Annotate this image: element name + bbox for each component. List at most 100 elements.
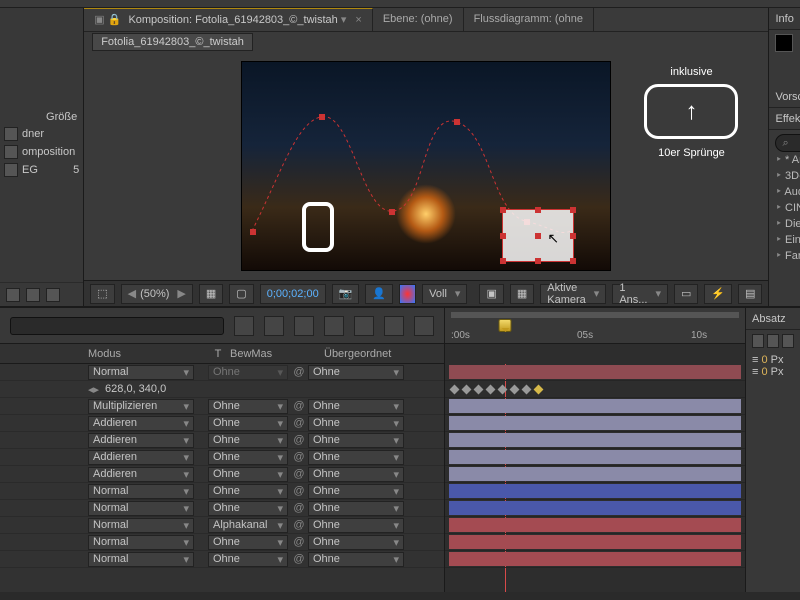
blend-mode-dropdown[interactable]: Multiplizieren — [88, 399, 194, 414]
lock-icon[interactable]: 🔒 — [108, 14, 122, 26]
timeline-layer-row[interactable]: NormalOhne@Ohne — [0, 364, 444, 381]
blend-mode-dropdown[interactable]: Addieren — [88, 416, 194, 431]
roi-icon[interactable]: ▣ — [479, 284, 503, 304]
track-row[interactable] — [445, 449, 745, 466]
keyframe-row[interactable] — [445, 381, 745, 398]
work-area-bar[interactable] — [451, 312, 739, 318]
layer-duration-bar[interactable] — [449, 552, 741, 566]
blend-mode-dropdown[interactable]: Normal — [88, 552, 194, 567]
project-item[interactable]: dner — [0, 125, 83, 143]
effects-category[interactable]: Einstellu — [775, 232, 800, 248]
effects-category[interactable]: Farbkor — [775, 248, 800, 264]
layer-duration-bar[interactable] — [449, 501, 741, 515]
parent-dropdown[interactable]: Ohne — [308, 484, 404, 499]
keyframe-diamond[interactable] — [450, 385, 460, 395]
track-row[interactable] — [445, 483, 745, 500]
timeline-layer-row[interactable]: AddierenOhne@Ohne — [0, 449, 444, 466]
keyframe-nav[interactable]: ◂▸ — [88, 383, 99, 396]
parent-pickwhip-icon[interactable]: @ — [292, 485, 306, 497]
safe-zones-icon[interactable]: ▦ — [199, 284, 223, 304]
layer-selection-box[interactable]: ↖ — [502, 209, 574, 262]
layer-duration-bar[interactable] — [449, 518, 741, 532]
fast-preview-icon[interactable]: ⚡ — [704, 284, 732, 304]
timeline-layer-row[interactable]: NormalOhne@Ohne — [0, 483, 444, 500]
parent-dropdown[interactable]: Ohne — [308, 552, 404, 567]
resize-handle[interactable] — [500, 233, 506, 239]
track-matte-dropdown[interactable]: Ohne — [208, 433, 288, 448]
motion-blur-icon[interactable] — [294, 316, 314, 336]
property-row[interactable]: ◂▸628,0, 340,0 — [0, 381, 444, 398]
parent-dropdown[interactable]: Ohne — [308, 467, 404, 482]
timeline-layer-row[interactable]: NormalOhne@Ohne — [0, 500, 444, 517]
resize-handle[interactable] — [500, 207, 506, 213]
parent-pickwhip-icon[interactable]: @ — [292, 502, 306, 514]
track-matte-dropdown[interactable]: Ohne — [208, 365, 288, 380]
pixel-aspect-icon[interactable]: ▭ — [674, 284, 698, 304]
motion-path-vertex[interactable] — [250, 229, 256, 235]
timeline-layer-row[interactable]: NormalAlphakanal@Ohne — [0, 517, 444, 534]
panel-title-paragraph[interactable]: Absatz — [752, 308, 786, 329]
timeline-layer-row[interactable]: NormalOhne@Ohne — [0, 534, 444, 551]
layer-duration-bar[interactable] — [449, 416, 741, 430]
blend-mode-dropdown[interactable]: Addieren — [88, 433, 194, 448]
layer-duration-bar[interactable] — [449, 450, 741, 464]
parent-dropdown[interactable]: Ohne — [308, 501, 404, 516]
timeline-layer-row[interactable]: AddierenOhne@Ohne — [0, 415, 444, 432]
track-row[interactable] — [445, 364, 745, 381]
parent-pickwhip-icon[interactable]: @ — [292, 451, 306, 463]
resize-handle[interactable] — [570, 233, 576, 239]
timeline-layer-row[interactable]: MultiplizierenOhne@Ohne — [0, 398, 444, 415]
project-item[interactable]: EG5 — [0, 161, 83, 179]
track-matte-dropdown[interactable]: Ohne — [208, 416, 288, 431]
col-mode[interactable]: Modus — [0, 348, 210, 360]
anchor-point-handle[interactable] — [535, 233, 541, 239]
panel-title-info[interactable]: Info — [775, 8, 793, 29]
keyframe-diamond[interactable] — [462, 385, 472, 395]
resize-handle[interactable] — [500, 258, 506, 264]
track-matte-dropdown[interactable]: Ohne — [208, 552, 288, 567]
snapshot-icon[interactable]: 📷 — [332, 284, 360, 304]
composition-canvas[interactable]: ↖ — [241, 61, 611, 271]
parent-pickwhip-icon[interactable]: @ — [292, 519, 306, 531]
track-matte-dropdown[interactable]: Alphakanal — [208, 518, 288, 533]
timeline-layer-row[interactable]: AddierenOhne@Ohne — [0, 466, 444, 483]
keyframe-diamond[interactable] — [522, 385, 532, 395]
track-matte-dropdown[interactable]: Ohne — [208, 399, 288, 414]
parent-pickwhip-icon[interactable]: @ — [292, 417, 306, 429]
track-row[interactable] — [445, 432, 745, 449]
parent-dropdown[interactable]: Ohne — [308, 518, 404, 533]
keyframe-diamond[interactable] — [486, 385, 496, 395]
keyframe-diamond[interactable] — [510, 385, 520, 395]
layer-duration-bar[interactable] — [449, 365, 741, 379]
brainstorm-icon[interactable] — [324, 316, 344, 336]
panel-title-effects[interactable]: Effekte u — [775, 108, 800, 129]
indent-right-value[interactable]: 0 — [761, 366, 767, 378]
track-matte-dropdown[interactable]: Ohne — [208, 484, 288, 499]
timeline-layer-row[interactable]: NormalOhne@Ohne — [0, 551, 444, 568]
col-trkmat[interactable]: BewMas — [226, 348, 320, 360]
tl-extra-icon[interactable] — [414, 316, 434, 336]
indent-left-value[interactable]: 0 — [761, 354, 767, 366]
track-row[interactable] — [445, 415, 745, 432]
channel-icon[interactable] — [399, 284, 416, 304]
project-footer-icon-1[interactable] — [6, 288, 20, 302]
parent-pickwhip-icon[interactable]: @ — [292, 366, 306, 378]
layer-duration-bar[interactable] — [449, 399, 741, 413]
graph-editor-icon[interactable] — [354, 316, 374, 336]
track-matte-dropdown[interactable]: Ohne — [208, 450, 288, 465]
track-matte-dropdown[interactable]: Ohne — [208, 467, 288, 482]
align-left-icon[interactable] — [752, 334, 764, 348]
layer-duration-bar[interactable] — [449, 535, 741, 549]
viewer[interactable]: ↖ inklusive 10er Sprünge — [84, 52, 768, 280]
magnify-icon[interactable]: ⬚ — [90, 284, 114, 304]
grid-icon[interactable]: ▦ — [510, 284, 534, 304]
effects-search-input[interactable] — [775, 134, 800, 152]
views-dropdown[interactable]: 1 Ans... — [612, 284, 668, 304]
project-item[interactable]: omposition — [0, 143, 83, 161]
timecode-display[interactable]: 0;00;02;00 — [260, 284, 326, 304]
parent-dropdown[interactable]: Ohne — [308, 433, 404, 448]
track-row[interactable] — [445, 466, 745, 483]
panel-title-preview[interactable]: Vorschau — [775, 86, 800, 107]
show-snapshot-icon[interactable]: 👤 — [365, 284, 393, 304]
motion-path-vertex[interactable] — [454, 119, 460, 125]
